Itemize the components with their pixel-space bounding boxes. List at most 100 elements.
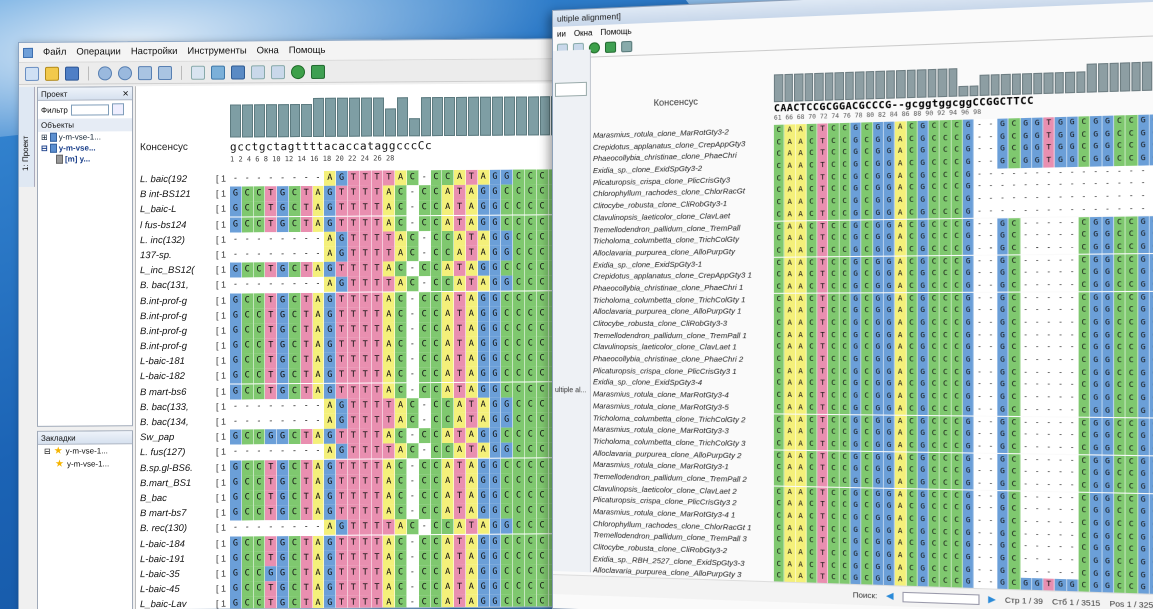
nucleotide-cell[interactable]: G <box>962 539 975 552</box>
nucleotide-cell[interactable]: G <box>1055 116 1067 130</box>
sequence-name[interactable]: Phaeocollybia_christinae_clone_PhaeChri … <box>593 353 773 366</box>
nucleotide-cell[interactable]: - <box>1043 204 1056 218</box>
nucleotide-cell[interactable]: C <box>828 438 840 451</box>
nucleotide-cell[interactable]: - <box>1114 203 1126 217</box>
nucleotide-cell[interactable]: C <box>951 452 963 466</box>
nucleotide-cell[interactable]: C <box>940 169 952 182</box>
nucleotide-cell[interactable]: A <box>784 245 796 258</box>
nucleotide-cell[interactable]: A <box>324 444 337 460</box>
nucleotide-cell[interactable]: T <box>817 487 829 500</box>
nucleotide-cell[interactable]: G <box>850 366 862 379</box>
nucleotide-cell[interactable]: A <box>795 196 807 209</box>
nucleotide-cell[interactable]: C <box>839 305 851 318</box>
nucleotide-cell[interactable]: T <box>347 185 360 201</box>
nucleotide-cell[interactable]: G <box>324 201 337 217</box>
nucleotide-cell[interactable]: T <box>371 291 384 308</box>
nucleotide-cell[interactable]: A <box>795 184 807 197</box>
nucleotide-cell[interactable]: G <box>997 490 1009 504</box>
nucleotide-cell[interactable]: A <box>795 136 807 149</box>
nucleotide-cell[interactable]: T <box>465 519 478 535</box>
nucleotide-cell[interactable]: C <box>1125 392 1138 405</box>
nucleotide-cell[interactable]: A <box>795 329 807 342</box>
nucleotide-cell[interactable]: T <box>359 443 372 460</box>
nucleotide-cell[interactable]: T <box>465 443 478 459</box>
nucleotide-cell[interactable]: G <box>324 580 337 596</box>
nucleotide-cell[interactable]: G <box>962 193 975 206</box>
nucleotide-cell[interactable]: C <box>806 510 818 524</box>
nucleotide-cell[interactable]: A <box>465 549 478 565</box>
nucleotide-cell[interactable]: G <box>1102 429 1115 443</box>
nucleotide-cell[interactable]: C <box>1078 379 1091 393</box>
nucleotide-cell[interactable]: G <box>850 439 862 452</box>
nucleotide-cell[interactable]: - <box>997 168 1009 181</box>
nucleotide-cell[interactable]: A <box>465 260 478 277</box>
nucleotide-cell[interactable]: C <box>1008 453 1021 467</box>
nucleotide-cell[interactable]: C <box>951 243 963 256</box>
nucleotide-cell[interactable]: C <box>406 276 419 292</box>
nucleotide-cell[interactable]: G <box>962 280 975 293</box>
nucleotide-cell[interactable]: - <box>1020 292 1032 305</box>
nucleotide-cell[interactable]: - <box>1090 178 1103 192</box>
nucleotide-cell[interactable]: G <box>1137 405 1150 418</box>
nucleotide-cell[interactable]: G <box>872 561 884 574</box>
nucleotide-cell[interactable]: G <box>489 321 502 337</box>
nucleotide-cell[interactable]: C <box>513 275 525 291</box>
nucleotide-cell[interactable]: C <box>906 170 918 183</box>
nucleotide-cell[interactable]: C <box>1008 242 1021 255</box>
sequence-name[interactable]: B.int-prof-g <box>140 308 228 324</box>
nucleotide-cell[interactable]: C <box>241 505 254 521</box>
nucleotide-cell[interactable]: G <box>1102 228 1115 242</box>
nucleotide-cell[interactable]: A <box>312 383 325 399</box>
nucleotide-cell[interactable]: C <box>861 536 873 549</box>
nucleotide-cell[interactable]: G <box>1137 506 1150 519</box>
nucleotide-cell[interactable]: - <box>1055 379 1067 392</box>
nucleotide-cell[interactable]: T <box>817 171 829 185</box>
nucleotide-cell[interactable]: C <box>806 353 818 366</box>
export-icon[interactable] <box>251 64 265 79</box>
nucleotide-cell[interactable]: C <box>928 231 941 244</box>
nucleotide-cell[interactable]: C <box>430 230 443 246</box>
nucleotide-cell[interactable]: A <box>795 438 807 451</box>
nucleotide-cell[interactable]: C <box>524 366 537 382</box>
nucleotide-cell[interactable]: T <box>265 323 278 339</box>
nucleotide-cell[interactable]: C <box>1114 505 1126 519</box>
nucleotide-cell[interactable]: - <box>1055 454 1067 467</box>
nucleotide-cell[interactable]: - <box>406 549 419 565</box>
nucleotide-cell[interactable]: T <box>383 443 396 459</box>
nucleotide-cell[interactable]: G <box>489 534 502 550</box>
nucleotide-cell[interactable]: - <box>1090 166 1103 179</box>
nucleotide-cell[interactable]: G <box>997 428 1009 442</box>
nucleotide-cell[interactable]: C <box>940 280 952 293</box>
nucleotide-cell[interactable]: G <box>883 500 896 513</box>
nucleotide-cell[interactable]: C <box>418 458 431 474</box>
nucleotide-cell[interactable]: G <box>997 465 1009 479</box>
nucleotide-cell[interactable]: - <box>974 156 986 169</box>
nucleotide-cell[interactable]: G <box>230 490 242 506</box>
nucleotide-cell[interactable]: - <box>985 317 998 330</box>
nucleotide-cell[interactable]: T <box>347 444 360 460</box>
nucleotide-cell[interactable]: - <box>985 205 998 218</box>
nucleotide-cell[interactable]: G <box>1137 152 1150 166</box>
nucleotide-cell[interactable]: C <box>806 244 818 257</box>
nucleotide-cell[interactable]: C <box>513 397 525 413</box>
nucleotide-cell[interactable]: C <box>513 473 525 489</box>
nucleotide-cell[interactable]: C <box>906 133 918 146</box>
nucleotide-cell[interactable]: A <box>784 486 796 499</box>
nucleotide-cell[interactable]: - <box>1055 366 1067 380</box>
nucleotide-cell[interactable]: A <box>442 458 455 474</box>
nucleotide-cell[interactable]: T <box>371 352 384 368</box>
nucleotide-cell[interactable]: C <box>928 415 941 428</box>
nucleotide-cell[interactable]: C <box>940 551 952 564</box>
sequence-grid[interactable]: CAACTCCGCGGACGCCCG--GCGGTGGCGGCCGGCTTCCC… <box>773 114 1153 596</box>
nucleotide-cell[interactable]: T <box>300 505 313 521</box>
nucleotide-cell[interactable]: C <box>1078 404 1091 418</box>
nucleotide-cell[interactable]: - <box>1031 566 1044 579</box>
nucleotide-cell[interactable]: T <box>359 337 372 353</box>
sequence-name[interactable]: L-baic-184 <box>140 536 228 552</box>
bookmark-item[interactable]: ★ y-m-vse-1... <box>38 457 132 471</box>
nucleotide-cell[interactable]: G <box>501 275 514 291</box>
nucleotide-cell[interactable]: C <box>940 440 952 453</box>
nucleotide-cell[interactable]: C <box>524 169 537 185</box>
nucleotide-cell[interactable]: C <box>806 450 818 463</box>
nucleotide-cell[interactable]: T <box>371 595 384 609</box>
